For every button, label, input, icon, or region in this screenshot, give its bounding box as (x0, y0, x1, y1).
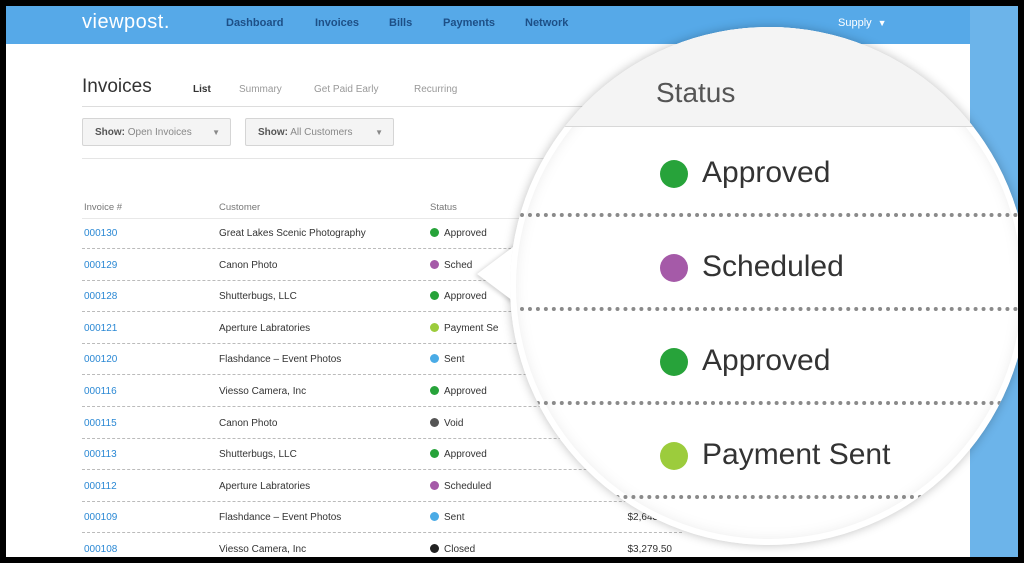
filter-value: Open Invoices (127, 127, 192, 138)
status-dot-icon (430, 322, 439, 332)
customer-name: Flashdance – Event Photos (219, 354, 342, 366)
status-cell: Scheduled (430, 480, 492, 492)
nav-payments[interactable]: Payments (443, 17, 495, 29)
filter-value: All Customers (290, 127, 353, 138)
status-label: Sched (444, 259, 473, 271)
tab-summary[interactable]: Summary (239, 84, 282, 95)
filter-label: Show: (95, 127, 125, 138)
viewpost-logo[interactable]: viewpost. (82, 11, 170, 34)
invoice-number-link[interactable]: 000120 (84, 354, 117, 365)
status-dot-icon (430, 291, 439, 301)
magnified-status-label: Approved (702, 156, 831, 189)
status-cell: Closed (430, 544, 475, 555)
status-cell: Payment Se (430, 322, 499, 334)
status-dot-icon (430, 449, 439, 459)
magnified-status-label: Payment Sent (702, 438, 891, 471)
status-dot-icon (430, 259, 439, 269)
table-row[interactable]: 000109 Flashdance – Event Photos Sent $2,64… (82, 502, 682, 534)
magnifier-header: Status (510, 27, 1018, 127)
status-dot-icon (430, 417, 439, 427)
status-dot-icon (430, 386, 439, 395)
status-dot-icon (660, 160, 688, 188)
magnified-status-item: Payment Sent (510, 409, 1018, 503)
magnified-status-label: Scheduled (702, 250, 844, 283)
status-cell: Sent (430, 354, 465, 365)
status-label: Closed (444, 544, 476, 555)
status-cell: Sched (430, 259, 473, 271)
magnified-status-item: Scheduled (510, 221, 1018, 315)
magnifier-title: Status (656, 77, 736, 108)
customer-name: Flashdance – Event Photos (219, 512, 342, 524)
magnified-status-item: Approved (510, 315, 1018, 409)
dotted-separator (520, 495, 1018, 499)
status-label: Sent (444, 354, 465, 366)
invoice-number-link[interactable]: 000121 (84, 323, 117, 334)
invoice-number-link[interactable]: 000130 (84, 228, 117, 239)
table-row[interactable]: 000108 Viesso Camera, Inc Closed $3,279.50 (82, 534, 682, 557)
dotted-separator (520, 307, 1018, 311)
nav-bills[interactable]: Bills (389, 17, 412, 29)
filter-label: Show: (258, 127, 288, 138)
status-dot-icon (660, 348, 688, 376)
status-dot-icon (430, 228, 439, 237)
customer-name: Aperture Labratories (219, 480, 311, 492)
status-label: Approved (444, 228, 487, 239)
customers-filter[interactable]: Show: All Customers ▼ (245, 118, 394, 146)
customer-name: Viesso Camera, Inc (219, 386, 307, 397)
status-dot-icon (660, 254, 688, 282)
customer-name: Canon Photo (219, 417, 278, 429)
nav-dashboard[interactable]: Dashboard (226, 17, 283, 29)
status-label: Scheduled (444, 480, 492, 492)
customer-name: Shutterbugs, LLC (219, 449, 297, 461)
status-cell: Approved (430, 386, 487, 397)
open-invoices-filter[interactable]: Show: Open Invoices ▼ (82, 118, 231, 146)
magnified-status-item: Approved (510, 127, 1018, 221)
dotted-separator (520, 213, 1018, 217)
column-header-invoice[interactable]: Invoice # (84, 202, 122, 213)
customer-name: Shutterbugs, LLC (219, 291, 297, 303)
status-label: Payment Se (444, 322, 499, 334)
status-label: Void (444, 417, 464, 429)
customer-name: Great Lakes Scenic Photography (219, 228, 366, 239)
status-magnifier: Status Approved Scheduled Approved Payment … (510, 27, 1018, 545)
status-cell: Void (430, 417, 464, 429)
tab-list[interactable]: List (193, 84, 211, 95)
invoice-number-link[interactable]: 000112 (84, 481, 117, 492)
customer-name: Aperture Labratories (219, 322, 311, 334)
status-label: Sent (444, 512, 465, 524)
status-dot-icon (660, 442, 688, 470)
tab-get-paid-early[interactable]: Get Paid Early (314, 84, 378, 95)
nav-invoices[interactable]: Invoices (315, 17, 359, 29)
status-cell: Approved (430, 449, 487, 460)
invoice-amount: $3,279.50 (627, 544, 673, 555)
invoice-number-link[interactable]: 000116 (84, 386, 117, 397)
dotted-separator (520, 401, 1018, 405)
invoice-number-link[interactable]: 000129 (84, 260, 117, 271)
column-header-status[interactable]: Status (430, 202, 457, 213)
invoice-number-link[interactable]: 000128 (84, 291, 117, 302)
invoice-number-link[interactable]: 000113 (84, 449, 117, 460)
status-dot-icon (430, 354, 439, 364)
customer-name: Canon Photo (219, 259, 278, 271)
invoice-number-link[interactable]: 000108 (84, 544, 117, 555)
column-header-customer[interactable]: Customer (219, 202, 260, 213)
status-dot-icon (430, 480, 439, 490)
invoice-number-link[interactable]: 000109 (84, 512, 117, 523)
customer-name: Viesso Camera, Inc (219, 544, 307, 555)
screenshot-frame: viewpost. Dashboard Invoices Bills Payme… (6, 6, 1018, 557)
chevron-down-icon: ▼ (375, 128, 383, 137)
tab-recurring[interactable]: Recurring (414, 84, 457, 95)
status-cell: Approved (430, 228, 487, 239)
status-dot-icon (430, 544, 439, 553)
magnified-status-label: Approved (702, 344, 831, 377)
status-label: Approved (444, 386, 487, 397)
status-dot-icon (430, 512, 439, 522)
status-label: Approved (444, 449, 487, 461)
invoice-number-link[interactable]: 000115 (84, 418, 117, 429)
page-title: Invoices (82, 76, 152, 97)
chevron-down-icon: ▼ (212, 128, 220, 137)
status-cell: Sent (430, 512, 465, 523)
